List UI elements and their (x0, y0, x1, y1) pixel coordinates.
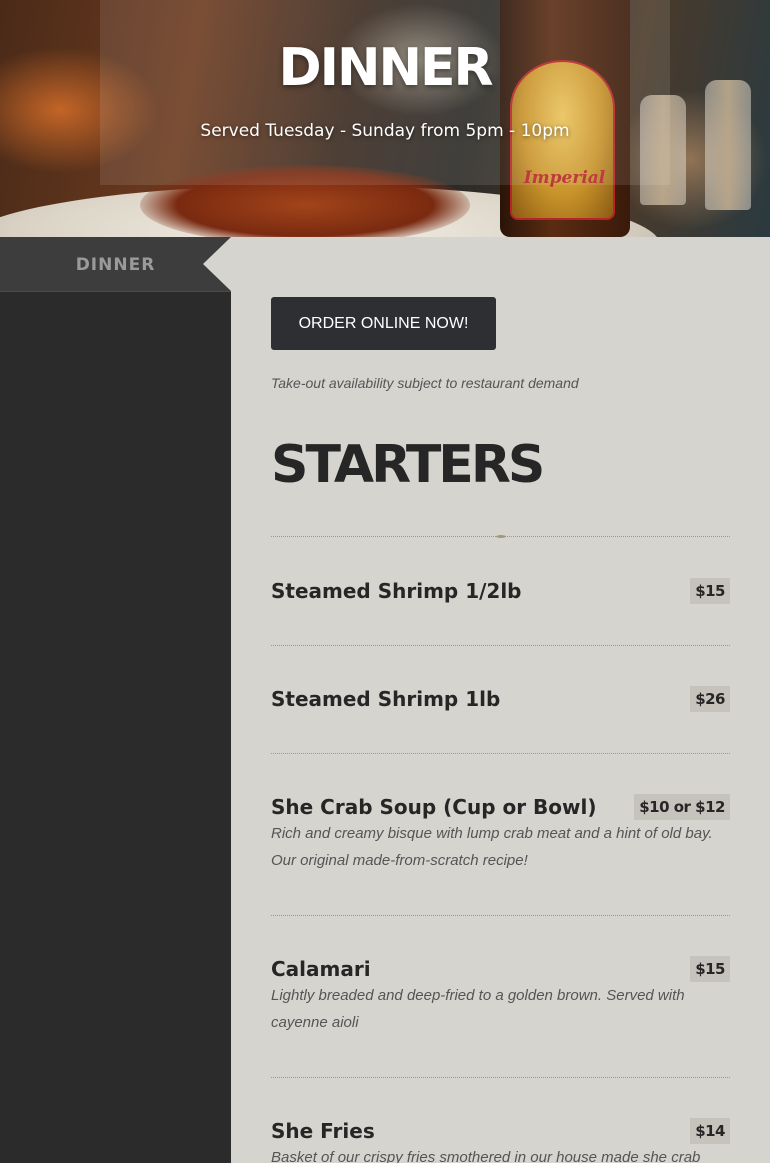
section-heading: STARTERS (271, 435, 545, 495)
hero-shaker-image (705, 80, 751, 210)
menu-content: ORDER ONLINE NOW! Take-out availability … (231, 237, 770, 1163)
divider (271, 1077, 730, 1078)
item-name: Steamed Shrimp 1lb (271, 687, 501, 711)
item-name: Calamari (271, 957, 371, 981)
item-description: Lightly breaded and deep-fried to a gold… (271, 987, 685, 1031)
sidebar-item-label: DINNER (75, 255, 156, 275)
divider (271, 645, 730, 646)
price-badge: $10 or $12 (634, 794, 730, 820)
page-title: DINNER (278, 38, 493, 98)
price-badge: $26 (690, 686, 730, 712)
item-description: Rich and creamy bisque with lump crab me… (271, 825, 713, 869)
sidebar-item-dinner[interactable]: DINNER (0, 237, 231, 292)
price-badge: $15 (690, 956, 730, 982)
item-name: She Fries (271, 1119, 375, 1143)
order-online-button[interactable]: ORDER ONLINE NOW! (271, 297, 496, 350)
menu-sidebar: DINNER (0, 237, 231, 1163)
sidebar-active-pointer (203, 237, 231, 291)
item-name: She Crab Soup (Cup or Bowl) (271, 795, 597, 819)
hero-banner: Imperial DINNER Served Tuesday - Sunday … (0, 0, 770, 237)
price-badge: $15 (690, 578, 730, 604)
price-badge: $14 (690, 1118, 730, 1144)
divider-ornament (496, 535, 506, 538)
takeout-note: Take-out availability subject to restaur… (271, 375, 579, 391)
page-subtitle: Served Tuesday - Sunday from 5pm - 10pm (200, 121, 570, 141)
item-description: Basket of our crispy fries smothered in … (271, 1149, 701, 1163)
divider (271, 915, 730, 916)
divider (271, 753, 730, 754)
item-name: Steamed Shrimp 1/2lb (271, 579, 522, 603)
